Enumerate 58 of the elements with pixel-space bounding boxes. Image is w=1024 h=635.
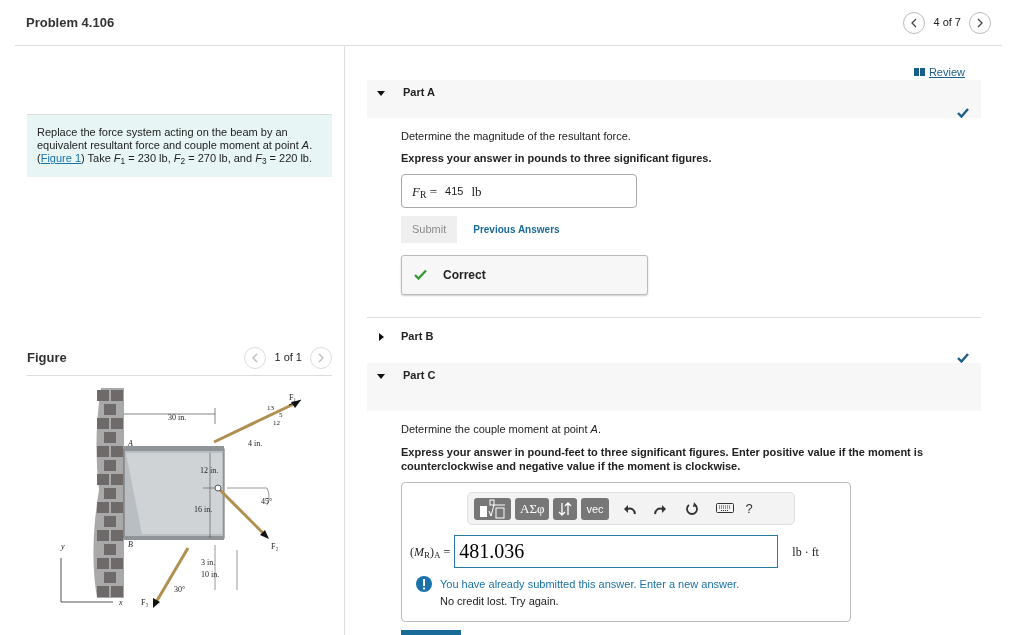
- question-text: Determine the magnitude of the resultant force.: [401, 128, 632, 144]
- arrows-button[interactable]: [553, 497, 578, 520]
- symbols-button[interactable]: ΑΣφ: [515, 497, 550, 520]
- figure-label: 45°: [261, 496, 273, 506]
- part-header[interactable]: Part A: [367, 80, 981, 118]
- templates-button[interactable]: [474, 497, 511, 520]
- part-header[interactable]: Part C: [367, 363, 981, 412]
- figure-label: y: [61, 541, 65, 551]
- figure-label: A: [128, 438, 133, 448]
- book-icon: [913, 67, 925, 77]
- feedback-detail: No credit lost. Try again.: [440, 593, 560, 609]
- figure-label: 10 in.: [201, 569, 220, 579]
- help-button[interactable]: ?: [741, 496, 757, 522]
- figure-label: F₁: [289, 392, 297, 402]
- part-header[interactable]: Part B: [367, 317, 981, 364]
- caret-down-icon: [377, 89, 385, 98]
- instruction-text: Express your answer in pound-feet to three significant figures. Enter positive value if the moment is counterclockwise and negative value if the moment is clockwise.: [401, 444, 924, 474]
- part-title: Part B: [401, 328, 434, 344]
- figure-label: B: [128, 539, 133, 549]
- check-icon: [414, 269, 427, 281]
- part-title: Part C: [403, 368, 436, 384]
- feedback-text: Correct: [443, 266, 486, 284]
- check-icon: [957, 352, 969, 364]
- review-link[interactable]: Review: [913, 63, 965, 81]
- figure-label: 3 in.: [201, 557, 216, 567]
- problem-title: Problem 4.106: [26, 13, 115, 32]
- caret-down-icon: [377, 372, 385, 381]
- vector-button[interactable]: vec: [581, 497, 609, 520]
- figure-label: 30°: [174, 584, 186, 594]
- unit-label: lb · ft: [792, 543, 819, 561]
- page-counter: 4 of 7: [933, 15, 961, 31]
- figure-label: 12 in.: [200, 465, 219, 475]
- alert-icon: [416, 576, 432, 593]
- answer-field[interactable]: 481.036: [454, 535, 779, 569]
- figure-label: F₃: [141, 597, 149, 607]
- reset-icon[interactable]: [684, 502, 698, 516]
- feedback-text: You have already submitted this answer. Enter a new answer.: [440, 577, 740, 593]
- instruction-text: Express your answer in pounds to three significant figures.: [401, 151, 713, 166]
- figure-title: Figure: [27, 348, 67, 367]
- figure-counter: 1 of 1: [274, 350, 302, 366]
- variable-label: (M$_{R}$)$_{A}$ =: [410, 543, 451, 561]
- figure-label: x: [119, 597, 123, 607]
- caret-right-icon: [377, 332, 385, 341]
- figure-label: 16 in.: [194, 504, 213, 514]
- problem-statement: Replace the force system acting on the beam by an equivalent resultant force and couple moment at point A. (Figure 1) Take F$_{1}$ = 230 lb, F$_{2}$ = 270 lb, and F$_{3}$ = 220 lb.: [27, 114, 332, 177]
- redo-icon[interactable]: [653, 502, 667, 516]
- arrows-icon: [558, 500, 573, 517]
- template-icon: [479, 498, 506, 519]
- previous-button[interactable]: [903, 11, 926, 34]
- previous-answers-link[interactable]: Previous Answers: [473, 222, 560, 238]
- check-icon: [957, 106, 969, 118]
- part-title: Part A: [403, 85, 435, 100]
- figure-label: F₂: [271, 541, 279, 551]
- question-text: Determine the couple moment at point A.: [401, 422, 602, 438]
- answer-field[interactable]: F$_{R}$ = 415 lb: [401, 174, 637, 209]
- figure-label: 4 in.: [248, 438, 263, 448]
- keyboard-icon[interactable]: [715, 502, 734, 516]
- figure-label: 30 in.: [168, 412, 187, 422]
